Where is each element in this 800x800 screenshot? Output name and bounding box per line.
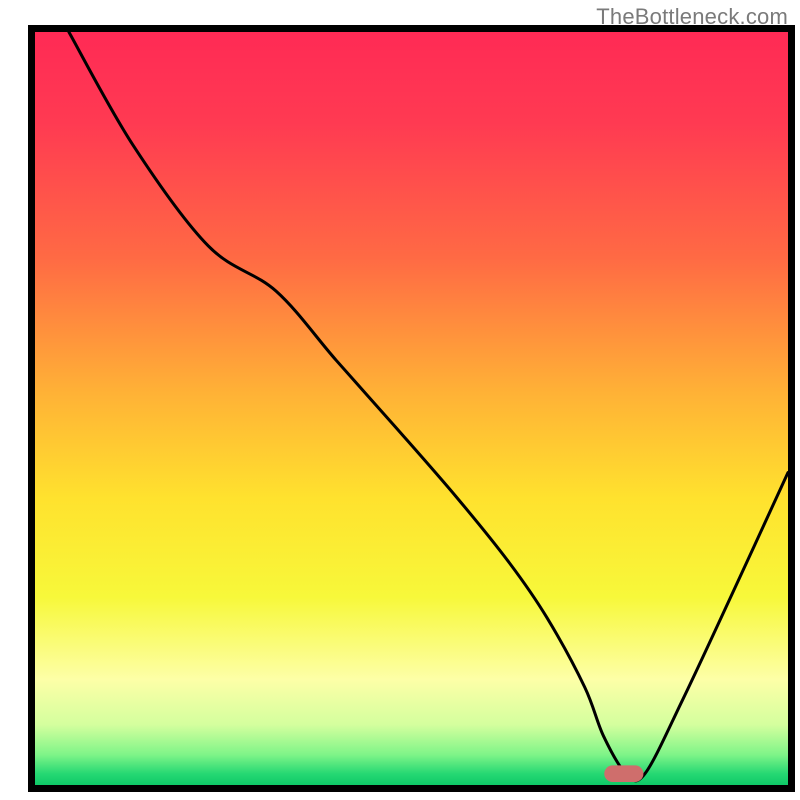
gradient-background (35, 32, 788, 785)
chart-wrapper: TheBottleneck.com (0, 0, 800, 800)
plot-area (28, 25, 795, 792)
optimal-marker (604, 765, 643, 782)
bottleneck-chart (0, 0, 800, 800)
